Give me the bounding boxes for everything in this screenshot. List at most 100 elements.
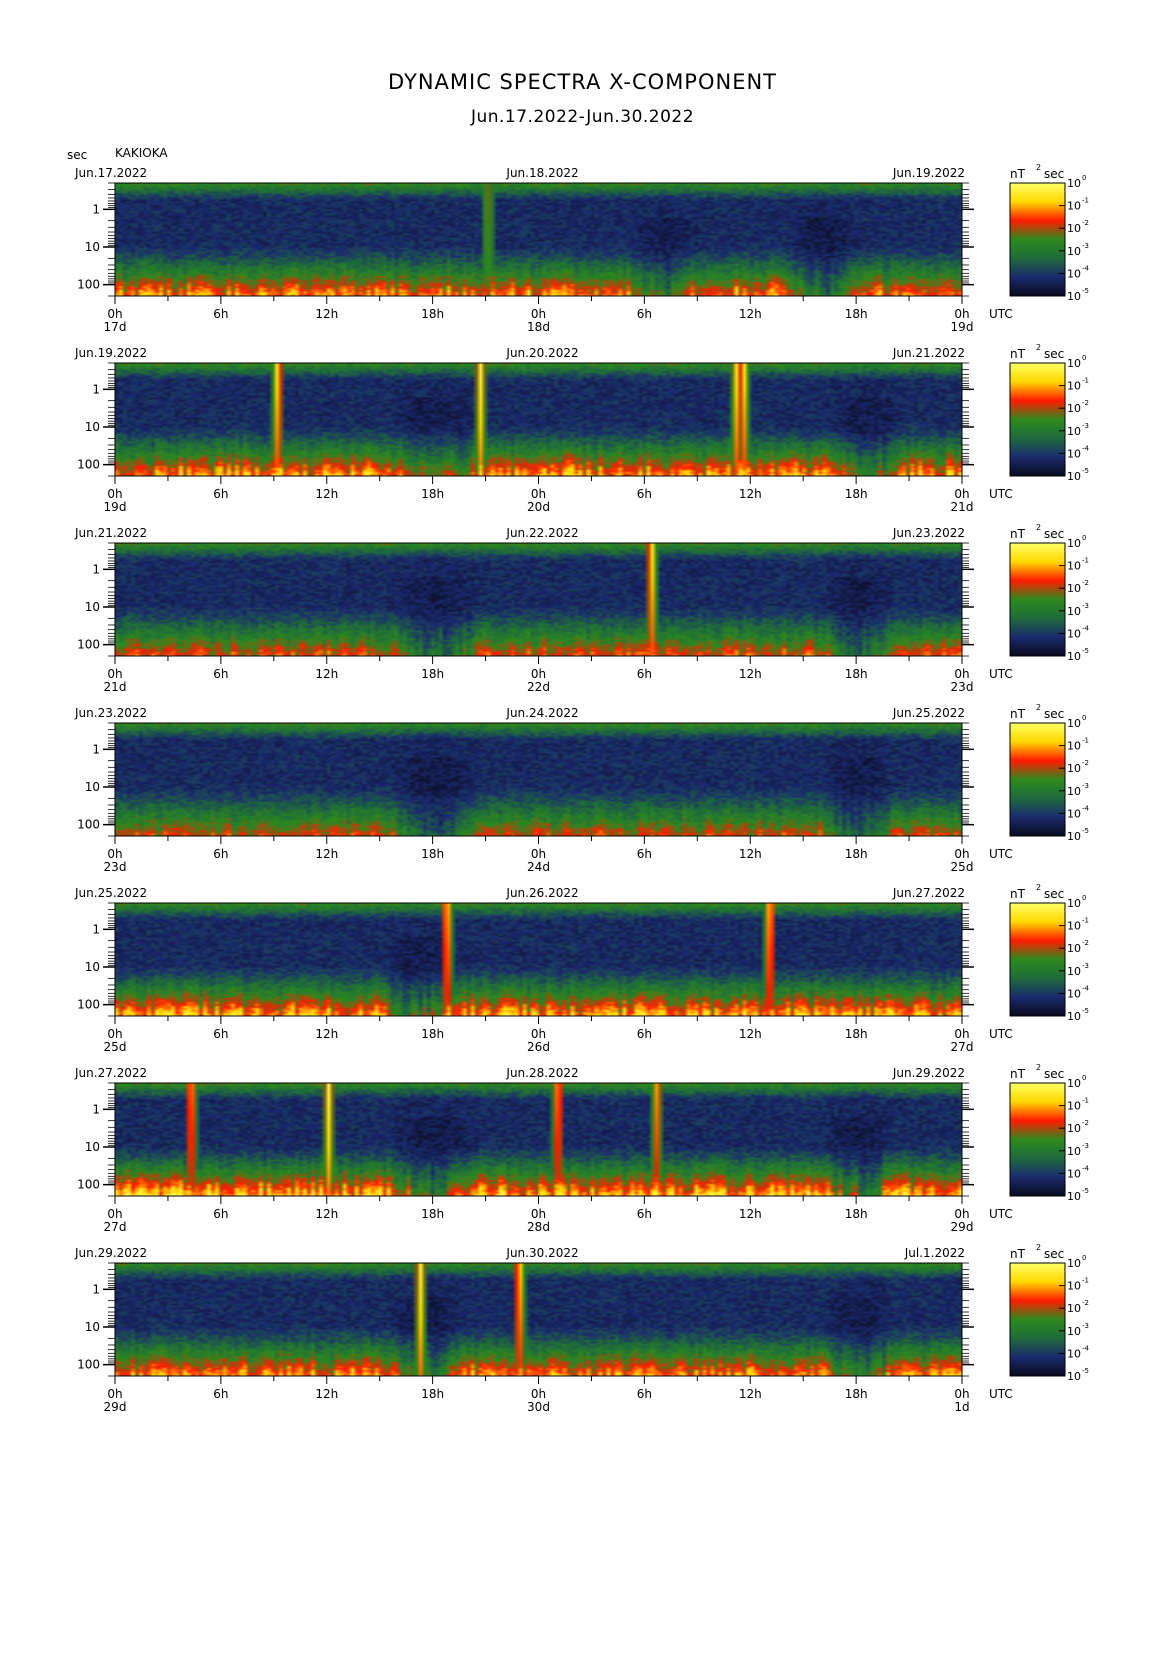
y-tick-label: 100 bbox=[77, 1358, 100, 1372]
colorbar-tick-exponent: -2 bbox=[1082, 1299, 1089, 1307]
colorbar-tick-base: 10 bbox=[1067, 650, 1081, 663]
colorbar-tick-base: 10 bbox=[1067, 290, 1081, 303]
x-tick-label: 6h bbox=[637, 1027, 652, 1041]
colorbar bbox=[1009, 722, 1066, 837]
colorbar-tick-exponent: -1 bbox=[1082, 917, 1089, 925]
spectrogram-panel-6: Jun.27.2022 Jun.28.2022 Jun.29.2022 nT 2 sec1… bbox=[74, 1063, 1090, 1234]
x-tick-label: 12h bbox=[315, 487, 338, 501]
spectrogram-image bbox=[115, 723, 962, 836]
day-label: 19d bbox=[951, 320, 974, 334]
x-tick-label: 6h bbox=[213, 667, 228, 681]
panel-end-date: Jun.23.2022 bbox=[892, 526, 965, 540]
x-tick-label: 18h bbox=[421, 487, 444, 501]
x-tick-label: 0h bbox=[531, 307, 546, 321]
spectrogram-panel-5: Jun.25.2022 Jun.26.2022 Jun.27.2022 nT 2 sec1… bbox=[74, 883, 1090, 1054]
colorbar-tick-exponent: -1 bbox=[1082, 737, 1089, 745]
spectrogram-panel-1: Jun.17.2022 Jun.18.2022 Jun.19.2022 nT 2 sec1… bbox=[74, 163, 1090, 334]
colorbar-unit-exponent: 2 bbox=[1036, 883, 1041, 892]
x-tick-label: 12h bbox=[315, 307, 338, 321]
colorbar-tick-exponent: -2 bbox=[1082, 759, 1089, 767]
colorbar-tick-base: 10 bbox=[1067, 1167, 1081, 1180]
x-tick-label: 6h bbox=[637, 847, 652, 861]
x-tick-label: 18h bbox=[421, 1207, 444, 1221]
day-label: 20d bbox=[527, 500, 550, 514]
colorbar-tick-exponent: 0 bbox=[1082, 714, 1086, 722]
colorbar-tick-exponent: -3 bbox=[1082, 242, 1089, 250]
day-label: 23d bbox=[104, 860, 127, 874]
colorbar-unit-exponent: 2 bbox=[1036, 1063, 1041, 1072]
colorbar-tick-base: 10 bbox=[1067, 357, 1081, 370]
colorbar-tick-exponent: -5 bbox=[1082, 287, 1089, 295]
colorbar-tick-exponent: -4 bbox=[1082, 444, 1090, 452]
colorbar-tick-exponent: -3 bbox=[1082, 962, 1089, 970]
spectrogram-image bbox=[115, 183, 962, 296]
day-label: 27d bbox=[951, 1040, 974, 1054]
day-label: 25d bbox=[104, 1040, 127, 1054]
colorbar-unit-label: nT bbox=[1010, 1067, 1026, 1081]
spectrogram-panel-4: Jun.23.2022 Jun.24.2022 Jun.25.2022 nT 2 sec1… bbox=[74, 703, 1090, 874]
panel-end-date: Jun.21.2022 bbox=[892, 346, 965, 360]
x-tick-label: 18h bbox=[845, 847, 868, 861]
colorbar-tick-base: 10 bbox=[1067, 537, 1081, 550]
colorbar-unit-exponent: 2 bbox=[1036, 1243, 1041, 1252]
colorbar-tick-base: 10 bbox=[1067, 740, 1081, 753]
x-tick-label: 12h bbox=[739, 1027, 762, 1041]
colorbar-tick-base: 10 bbox=[1067, 1280, 1081, 1293]
colorbar-tick-base: 10 bbox=[1067, 942, 1081, 955]
panel-mid-date: Jun.20.2022 bbox=[505, 346, 578, 360]
day-label: 1d bbox=[954, 1400, 969, 1414]
x-tick-label: 0h bbox=[954, 1027, 969, 1041]
day-label: 23d bbox=[951, 680, 974, 694]
y-tick-label: 1 bbox=[92, 202, 100, 216]
day-label: 28d bbox=[527, 1220, 550, 1234]
spectrogram-image bbox=[115, 903, 962, 1016]
colorbar-tick-exponent: 0 bbox=[1082, 534, 1086, 542]
x-tick-label: 12h bbox=[739, 1387, 762, 1401]
panel-mid-date: Jun.24.2022 bbox=[505, 706, 578, 720]
day-label: 24d bbox=[527, 860, 550, 874]
colorbar-tick-exponent: -3 bbox=[1082, 1322, 1089, 1330]
panel-start-date: Jun.27.2022 bbox=[74, 1066, 147, 1080]
spectrogram-image bbox=[115, 1263, 962, 1376]
colorbar-unit-exponent: 2 bbox=[1036, 163, 1041, 172]
colorbar-unit-label: nT bbox=[1010, 167, 1026, 181]
colorbar-tick-base: 10 bbox=[1067, 1325, 1081, 1338]
colorbar-tick-base: 10 bbox=[1067, 627, 1081, 640]
colorbar-tick-exponent: -5 bbox=[1082, 1367, 1089, 1375]
colorbar-tick-base: 10 bbox=[1067, 1302, 1081, 1315]
panel-end-date: Jun.27.2022 bbox=[892, 886, 965, 900]
y-tick-label: 10 bbox=[85, 600, 100, 614]
colorbar-tick-base: 10 bbox=[1067, 1077, 1081, 1090]
utc-label: UTC bbox=[989, 1387, 1013, 1401]
spectrogram-panel-7: Jun.29.2022 Jun.30.2022 Jul.1.2022 nT 2 sec 1 1… bbox=[74, 1243, 1090, 1414]
colorbar-tick-base: 10 bbox=[1067, 830, 1081, 843]
colorbar-unit-exponent: 2 bbox=[1036, 703, 1041, 712]
x-tick-label: 6h bbox=[637, 487, 652, 501]
x-tick-label: 12h bbox=[315, 667, 338, 681]
y-tick-label: 10 bbox=[85, 780, 100, 794]
colorbar-unit-suffix: sec bbox=[1044, 527, 1064, 541]
colorbar-tick-exponent: -4 bbox=[1082, 264, 1090, 272]
panel-mid-date: Jun.28.2022 bbox=[505, 1066, 578, 1080]
colorbar-unit-suffix: sec bbox=[1044, 347, 1064, 361]
x-tick-label: 0h bbox=[531, 667, 546, 681]
x-tick-label: 18h bbox=[421, 667, 444, 681]
colorbar-tick-exponent: -1 bbox=[1082, 557, 1089, 565]
panel-end-date: Jun.29.2022 bbox=[892, 1066, 965, 1080]
colorbar-tick-exponent: -4 bbox=[1082, 804, 1090, 812]
colorbar-unit-label: nT bbox=[1010, 707, 1026, 721]
colorbar-tick-base: 10 bbox=[1067, 200, 1081, 213]
panel-start-date: Jun.23.2022 bbox=[74, 706, 147, 720]
colorbar-tick-base: 10 bbox=[1067, 965, 1081, 978]
colorbar-tick-base: 10 bbox=[1067, 1122, 1081, 1135]
spectrogram-panel-3: Jun.21.2022 Jun.22.2022 Jun.23.2022 nT 2 sec1… bbox=[74, 523, 1090, 694]
utc-label: UTC bbox=[989, 487, 1013, 501]
colorbar-unit-suffix: sec bbox=[1044, 1247, 1064, 1261]
colorbar-tick-base: 10 bbox=[1067, 1347, 1081, 1360]
panel-start-date: Jun.29.2022 bbox=[74, 1246, 147, 1260]
y-tick-label: 10 bbox=[85, 420, 100, 434]
x-tick-label: 0h bbox=[954, 1387, 969, 1401]
colorbar-tick-base: 10 bbox=[1067, 717, 1081, 730]
panel-mid-date: Jun.30.2022 bbox=[505, 1246, 578, 1260]
y-tick-label: 1 bbox=[92, 562, 100, 576]
